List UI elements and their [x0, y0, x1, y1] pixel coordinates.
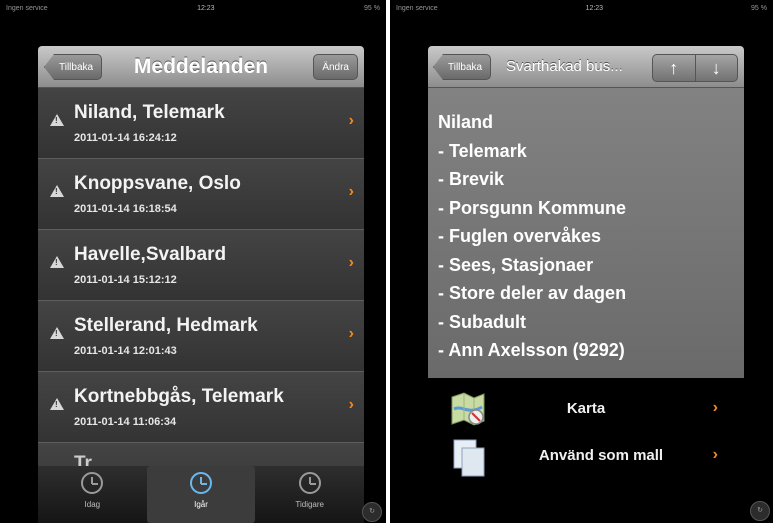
warning-icon: !	[50, 114, 64, 126]
edit-button[interactable]: Ändra	[313, 54, 358, 80]
detail-line: - Subadult	[438, 311, 526, 332]
chevron-right-icon: ›	[712, 399, 718, 416]
item-date: 2011-01-14 15:12:12	[74, 274, 177, 286]
carrier-label: Ingen service	[396, 4, 438, 12]
warning-icon: !	[50, 256, 64, 268]
item-title: Havelle,Svalbard	[74, 244, 227, 265]
list-item[interactable]: ! Niland, Telemark 2011-01-14 16:24:12 ›	[38, 88, 364, 159]
clock-icon	[190, 472, 212, 494]
detail-line: - Ann Axelsson (9292)	[438, 340, 625, 360]
clock-label: 12:23	[585, 4, 604, 12]
warning-icon: !	[50, 398, 64, 410]
messages-navbar: Tillbaka Meddelanden Ändra	[38, 46, 364, 88]
list-item[interactable]: ! Kortnebbgås, Telemark 2011-01-14 11:06…	[38, 372, 364, 443]
carrier-label: Ingen service	[6, 4, 48, 12]
tab-idag[interactable]: Idag	[38, 466, 147, 523]
message-list: ! Niland, Telemark 2011-01-14 16:24:12 ›…	[38, 88, 364, 466]
detail-line: Niland	[438, 112, 494, 132]
list-item[interactable]: ! Havelle,Svalbard 2011-01-14 15:12:12 ›	[38, 230, 364, 301]
clock-icon	[81, 472, 104, 494]
warning-icon: !	[50, 185, 64, 197]
back-button[interactable]: Tillbaka	[433, 54, 492, 80]
chevron-right-icon: ›	[348, 183, 354, 200]
arrow-up-icon[interactable]: ↑	[653, 55, 696, 81]
clock-icon	[298, 472, 321, 494]
chevron-right-icon: ›	[348, 396, 354, 413]
item-date: 2011-01-14 16:18:54	[74, 203, 177, 215]
tab-tidigare[interactable]: Tidigare	[255, 466, 364, 523]
rotate-button[interactable]: ↻	[362, 502, 382, 522]
detail-line: - Sees, Stasjonaer	[438, 254, 594, 275]
page-title: Svarthakad bus...	[506, 58, 623, 75]
item-title: Tr...	[74, 453, 107, 466]
map-button[interactable]: Karta ›	[428, 385, 744, 435]
status-bar: Ingen service 12:23 95 %	[0, 0, 386, 16]
clock-label: 12:23	[197, 4, 215, 12]
item-title: Knoppsvane, Oslo	[74, 173, 241, 194]
item-title: Kortnebbgås, Telemark	[74, 386, 284, 407]
use-as-template-button[interactable]: Använd som mall ›	[428, 432, 744, 482]
detail-line: - Store deler av dagen	[438, 283, 627, 303]
detail-line: - Porsgunn Kommune	[438, 197, 626, 218]
rotate-button[interactable]: ↻	[750, 501, 770, 521]
arrow-down-icon[interactable]: ↓	[696, 55, 738, 81]
detail-navbar: Tillbaka Svarthakad bus... ↑ ↓	[428, 46, 744, 88]
action-label: Använd som mall	[538, 447, 664, 464]
detail-line: - Fuglen overvåkes	[438, 226, 602, 246]
prev-next-segment: ↑ ↓	[652, 54, 738, 82]
list-item[interactable]: Tr...	[38, 443, 364, 466]
tab-label: Idag	[84, 500, 101, 509]
chevron-right-icon: ›	[348, 254, 354, 271]
chevron-right-icon: ›	[712, 446, 718, 463]
list-item[interactable]: ! Knoppsvane, Oslo 2011-01-14 16:18:54 ›	[38, 159, 364, 230]
chevron-right-icon: ›	[348, 325, 354, 342]
item-date: 2011-01-14 16:24:12	[74, 132, 177, 144]
chevron-right-icon: ›	[348, 112, 354, 129]
item-date: 2011-01-14 11:06:34	[74, 416, 177, 428]
tab-bar: Idag Igår Tidigare	[38, 466, 364, 523]
tab-label: Tidigare	[295, 500, 324, 509]
action-label: Karta	[566, 400, 606, 417]
tab-label: Igår	[194, 500, 208, 509]
battery-label: 95 %	[751, 4, 767, 12]
battery-label: 95 %	[364, 4, 380, 12]
detail-line: - Brevik	[438, 169, 505, 189]
item-title: Niland, Telemark	[74, 102, 225, 123]
detail-line: - Telemark	[438, 140, 527, 161]
item-title: Stellerand, Hedmark	[74, 315, 258, 336]
detail-panel: Niland - Telemark - Brevik - Porsgunn Ko…	[428, 88, 744, 378]
tab-igar[interactable]: Igår	[146, 466, 256, 523]
list-item[interactable]: ! Stellerand, Hedmark 2011-01-14 12:01:4…	[38, 301, 364, 372]
item-date: 2011-01-14 12:01:43	[74, 345, 177, 357]
warning-icon: !	[50, 327, 64, 339]
status-bar: Ingen service 12:23 95 %	[390, 0, 773, 16]
